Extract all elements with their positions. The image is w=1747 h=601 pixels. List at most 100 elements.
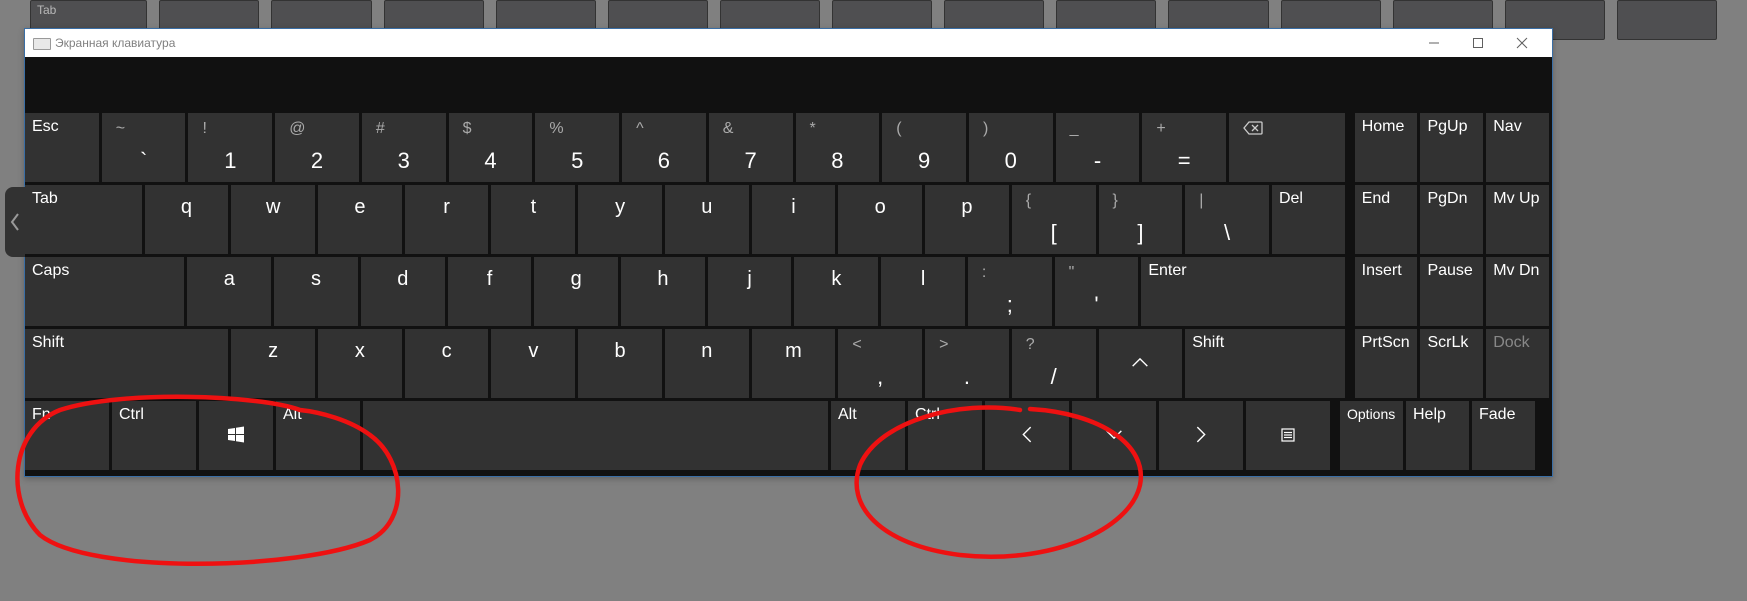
key-k[interactable]: k (794, 257, 878, 326)
key-2[interactable]: @2 (275, 113, 359, 182)
key-s[interactable]: s (274, 257, 358, 326)
key-9[interactable]: (9 (882, 113, 966, 182)
key-del[interactable]: Del (1272, 185, 1345, 254)
key-win[interactable] (199, 401, 273, 470)
backspace-icon (1243, 121, 1263, 139)
key-down[interactable] (1072, 401, 1156, 470)
key-7[interactable]: &7 (709, 113, 793, 182)
key-8[interactable]: *8 (796, 113, 880, 182)
window-title: Экранная клавиатура (55, 36, 1412, 50)
key-z[interactable]: z (231, 329, 315, 398)
key-mvdn[interactable]: Mv Dn (1486, 257, 1549, 326)
key-semicolon[interactable]: :; (968, 257, 1052, 326)
key-alt-right[interactable]: Alt (831, 401, 905, 470)
key-q[interactable]: q (145, 185, 229, 254)
key-l[interactable]: l (881, 257, 965, 326)
key-comma[interactable]: <, (838, 329, 922, 398)
key-scrlk[interactable]: ScrLk (1420, 329, 1483, 398)
expand-left-tab[interactable] (5, 187, 25, 257)
titlebar[interactable]: Экранная клавиатура (25, 29, 1552, 57)
key-c[interactable]: c (405, 329, 489, 398)
key-minus[interactable]: _- (1056, 113, 1140, 182)
row-asdf: Caps a s d f g h j k l :; "' Enter Inser… (25, 257, 1549, 326)
row-qwerty: Tab q w e r t y u i o p {[ }] |\ Del End… (25, 185, 1549, 254)
down-arrow-icon (1072, 423, 1156, 448)
key-4[interactable]: $4 (449, 113, 533, 182)
key-space[interactable] (363, 401, 828, 470)
minimize-button[interactable] (1412, 29, 1456, 57)
key-v[interactable]: v (491, 329, 575, 398)
key-x[interactable]: x (318, 329, 402, 398)
key-mvup[interactable]: Mv Up (1486, 185, 1549, 254)
key-i[interactable]: i (752, 185, 836, 254)
key-options[interactable]: Options (1340, 401, 1403, 470)
key-pause[interactable]: Pause (1420, 257, 1483, 326)
app-icon (33, 36, 49, 50)
key-m[interactable]: m (752, 329, 836, 398)
key-period[interactable]: >. (925, 329, 1009, 398)
key-esc[interactable]: Esc (25, 113, 99, 182)
key-end[interactable]: End (1355, 185, 1418, 254)
key-alt-left[interactable]: Alt (276, 401, 360, 470)
key-tab[interactable]: Tab (25, 185, 142, 254)
key-enter[interactable]: Enter (1141, 257, 1344, 326)
key-lbracket[interactable]: {[ (1012, 185, 1096, 254)
close-button[interactable] (1500, 29, 1544, 57)
key-up[interactable] (1099, 329, 1183, 398)
key-backslash[interactable]: |\ (1185, 185, 1269, 254)
key-a[interactable]: a (187, 257, 271, 326)
key-0[interactable]: )0 (969, 113, 1053, 182)
key-left[interactable] (985, 401, 1069, 470)
key-j[interactable]: j (708, 257, 792, 326)
key-prtscn[interactable]: PrtScn (1355, 329, 1418, 398)
key-help[interactable]: Help (1406, 401, 1469, 470)
keyboard-area: Esc ~` !1 @2 #3 $4 %5 ^6 &7 *8 (9 )0 _- … (25, 57, 1552, 476)
key-b[interactable]: b (578, 329, 662, 398)
key-quote[interactable]: "' (1055, 257, 1139, 326)
row-numbers: Esc ~` !1 @2 #3 $4 %5 ^6 &7 *8 (9 )0 _- … (25, 113, 1549, 182)
key-equals[interactable]: += (1142, 113, 1226, 182)
key-o[interactable]: o (838, 185, 922, 254)
key-y[interactable]: y (578, 185, 662, 254)
key-pgdn[interactable]: PgDn (1420, 185, 1483, 254)
key-insert[interactable]: Insert (1355, 257, 1418, 326)
key-d[interactable]: d (361, 257, 445, 326)
key-dock[interactable]: Dock (1486, 329, 1549, 398)
key-nav[interactable]: Nav (1486, 113, 1549, 182)
menu-icon (1281, 427, 1295, 445)
key-shift-left[interactable]: Shift (25, 329, 228, 398)
window-controls (1412, 29, 1544, 57)
row-zxcv: Shift z x c v b n m <, >. ?/ Shift PrtSc… (25, 329, 1549, 398)
key-w[interactable]: w (231, 185, 315, 254)
key-caps[interactable]: Caps (25, 257, 184, 326)
key-r[interactable]: r (405, 185, 489, 254)
key-pgup[interactable]: PgUp (1420, 113, 1483, 182)
key-menu[interactable] (1246, 401, 1330, 470)
key-6[interactable]: ^6 (622, 113, 706, 182)
bg-key (1617, 0, 1717, 40)
key-n[interactable]: n (665, 329, 749, 398)
row-bottom: Fn Ctrl Alt Alt Ctrl (25, 401, 1549, 470)
key-rbracket[interactable]: }] (1099, 185, 1183, 254)
key-5[interactable]: %5 (535, 113, 619, 182)
key-ctrl-right[interactable]: Ctrl (908, 401, 982, 470)
key-e[interactable]: e (318, 185, 402, 254)
key-ctrl-left[interactable]: Ctrl (112, 401, 196, 470)
key-3[interactable]: #3 (362, 113, 446, 182)
key-slash[interactable]: ?/ (1012, 329, 1096, 398)
key-fade[interactable]: Fade (1472, 401, 1535, 470)
key-fn[interactable]: Fn (25, 401, 109, 470)
key-right[interactable] (1159, 401, 1243, 470)
key-u[interactable]: u (665, 185, 749, 254)
key-shift-right[interactable]: Shift (1185, 329, 1344, 398)
key-backtick[interactable]: ~` (102, 113, 186, 182)
key-home[interactable]: Home (1355, 113, 1418, 182)
key-t[interactable]: t (491, 185, 575, 254)
key-g[interactable]: g (534, 257, 618, 326)
key-backspace[interactable] (1229, 113, 1345, 182)
key-1[interactable]: !1 (188, 113, 272, 182)
key-f[interactable]: f (448, 257, 532, 326)
key-p[interactable]: p (925, 185, 1009, 254)
key-h[interactable]: h (621, 257, 705, 326)
maximize-button[interactable] (1456, 29, 1500, 57)
